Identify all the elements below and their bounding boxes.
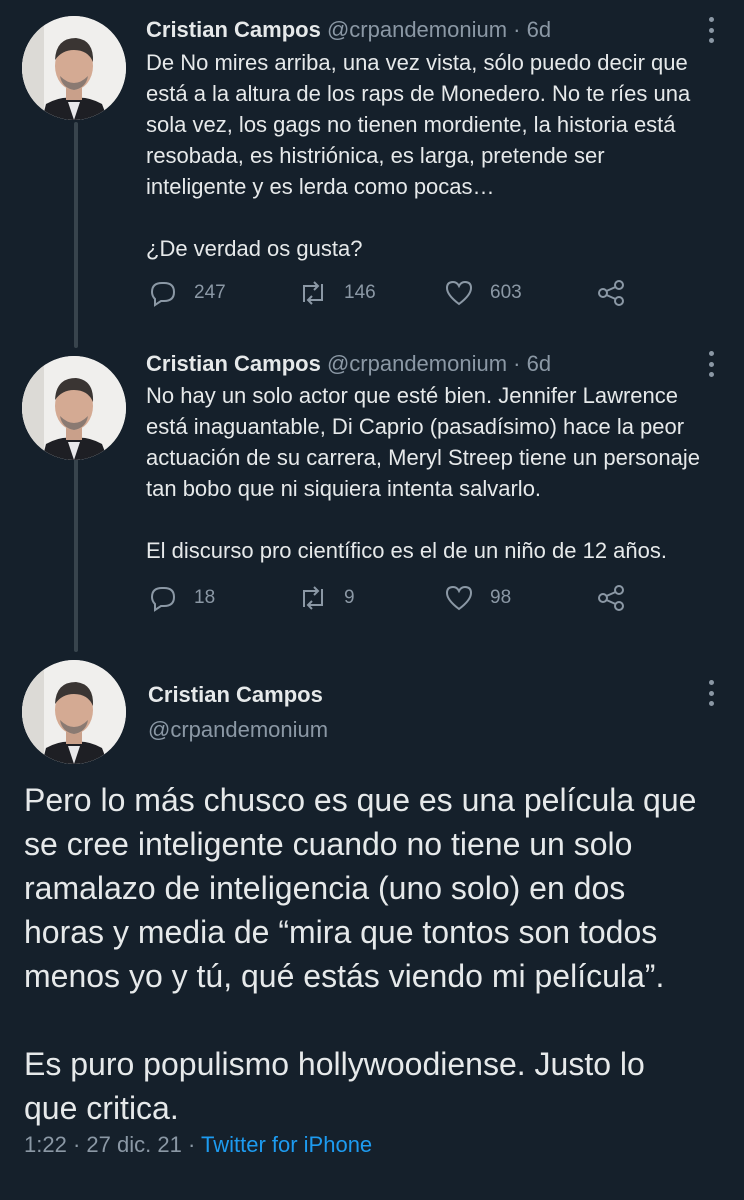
more-options-icon[interactable] [706, 351, 716, 377]
text-line: actuación de su carrera, Meryl Streep ti… [146, 445, 700, 470]
text-line: se cree inteligente cuando no tiene un s… [24, 826, 633, 862]
share-icon [598, 280, 624, 306]
more-options-icon[interactable] [706, 17, 716, 43]
retweet-count: 9 [344, 587, 355, 608]
avatar-photo [22, 660, 126, 764]
source-link[interactable]: Twitter for iPhone [201, 1132, 372, 1157]
action-bar: 247 146 603 [146, 278, 666, 312]
text-line: horas y media de “mira que tontos son to… [24, 914, 658, 950]
reply-button[interactable]: 247 [148, 278, 226, 308]
display-name[interactable]: Cristian Campos [146, 17, 321, 42]
tweet-text: Pero lo más chusco es que es una películ… [24, 778, 724, 1130]
heart-icon [445, 585, 473, 611]
text-line: está a la altura de los raps de Monedero… [146, 81, 691, 106]
avatar[interactable] [22, 16, 126, 120]
like-button[interactable]: 98 [444, 583, 511, 613]
retweet-button[interactable]: 146 [298, 278, 376, 308]
text-line: está inaguantable, Di Caprio (pasadísimo… [146, 414, 685, 439]
like-count: 603 [490, 282, 522, 303]
text-line: que critica. [24, 1090, 179, 1126]
like-button[interactable]: 603 [444, 278, 522, 308]
post-date[interactable]: 27 dic. 21 [86, 1132, 181, 1157]
tweet-2[interactable]: Cristian Campos @crpandemonium · 6d No h… [0, 340, 744, 660]
separator-dot: · [72, 1132, 81, 1157]
retweet-icon [303, 281, 323, 305]
avatar[interactable] [22, 660, 126, 764]
tweet-header: Cristian Campos @crpandemonium · 6d [146, 350, 551, 378]
share-button[interactable] [596, 278, 626, 308]
text-line: El discurso pro científico es el de un n… [146, 538, 667, 563]
text-line: No hay un solo actor que esté bien. Jenn… [146, 383, 678, 408]
like-count: 98 [490, 587, 512, 608]
timestamp[interactable]: 6d [527, 17, 551, 42]
tweet-meta: 1:22 · 27 dic. 21 · Twitter for iPhone [24, 1132, 372, 1158]
retweet-count: 146 [344, 282, 376, 303]
separator-dot: · [513, 351, 521, 376]
text-line: ¿De verdad os gusta? [146, 236, 363, 261]
text-line: Pero lo más chusco es que es una películ… [24, 782, 697, 818]
user-handle[interactable]: @crpandemonium [327, 17, 507, 42]
more-options-icon[interactable] [706, 680, 716, 706]
text-line: ramalazo de inteligencia (uno solo) en d… [24, 870, 626, 906]
text-line: sola vez, los gags no tienen mordiente, … [146, 112, 676, 137]
display-name[interactable]: Cristian Campos [148, 682, 323, 708]
reply-count: 18 [194, 587, 216, 608]
separator-dot: · [187, 1132, 196, 1157]
retweet-button[interactable]: 9 [298, 583, 355, 613]
avatar[interactable] [22, 356, 126, 460]
avatar-photo [22, 356, 126, 460]
reply-icon [150, 282, 176, 307]
text-line: tan bobo que ni siquiera intenta salvarl… [146, 476, 542, 501]
text-line: inteligente y es lerda como pocas… [146, 174, 495, 199]
share-button[interactable] [596, 583, 626, 613]
reply-icon [150, 587, 176, 612]
tweet-header: Cristian Campos @crpandemonium · 6d [146, 16, 551, 44]
separator-dot: · [513, 17, 521, 42]
reply-button[interactable]: 18 [148, 583, 215, 613]
text-line [24, 998, 724, 1042]
timestamp[interactable]: 6d [527, 351, 551, 376]
user-handle[interactable]: @crpandemonium [327, 351, 507, 376]
action-bar: 18 9 98 [146, 583, 666, 617]
retweet-icon [303, 586, 323, 610]
user-handle[interactable]: @crpandemonium [148, 717, 328, 743]
share-icon [598, 585, 624, 611]
text-line: menos yo y tú, qué estás viendo mi pelíc… [24, 958, 665, 994]
avatar-photo [22, 16, 126, 120]
tweet-1[interactable]: Cristian Campos @crpandemonium · 6d De N… [0, 0, 744, 340]
display-name[interactable]: Cristian Campos [146, 351, 321, 376]
text-line: resobada, es histriónica, es larga, pret… [146, 143, 605, 168]
text-line: Es puro populismo hollywoodiense. Justo … [24, 1046, 645, 1082]
text-line: De No mires arriba, una vez vista, sólo … [146, 50, 688, 75]
tweet-text: De No mires arriba, una vez vista, sólo … [146, 47, 726, 264]
heart-icon [445, 280, 473, 306]
reply-count: 247 [194, 282, 226, 303]
tweet-text: No hay un solo actor que esté bien. Jenn… [146, 380, 726, 566]
text-line [146, 504, 726, 535]
text-line [146, 202, 726, 233]
post-time[interactable]: 1:22 [24, 1132, 67, 1157]
